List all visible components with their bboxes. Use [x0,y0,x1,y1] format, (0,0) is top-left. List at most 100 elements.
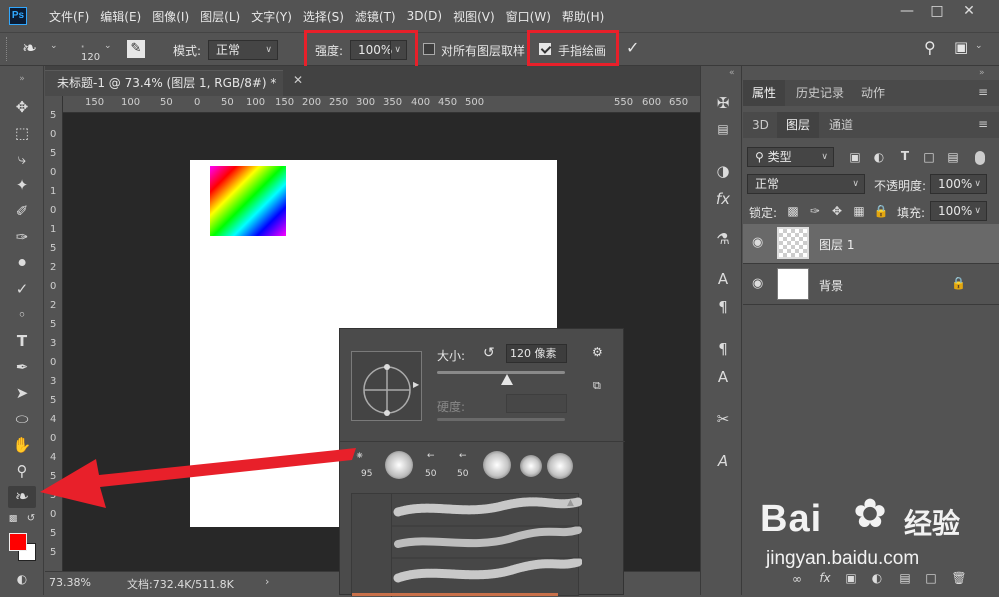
fill-field[interactable]: 100% ∨ [930,201,987,221]
reset-size-icon[interactable]: ↺ [483,345,495,361]
collapse-strip-icon[interactable]: « [729,68,735,78]
magic-wand-tool-icon[interactable]: ✦ [8,174,36,196]
histogram-icon[interactable]: ▤ [711,118,735,140]
scroll-up-icon[interactable]: ▲ [567,498,574,508]
stamp-tool-icon[interactable]: ⚫ [8,252,36,274]
sample-all-layers-checkbox[interactable] [423,43,435,55]
brush-settings-icon[interactable]: ✎ [127,40,145,58]
layer-row-layer1[interactable]: ◉ 图层 1 [743,224,999,264]
minimize-icon[interactable]: — [896,2,918,20]
layer-name[interactable]: 背景 [819,277,843,294]
zoom-tool-icon[interactable]: ⚲ [8,460,36,482]
brush-preset[interactable] [515,447,547,485]
brush-preset[interactable]: ⁕ 95 [351,447,383,485]
default-colors-icon[interactable]: ▩ [6,513,20,525]
paragraph-styles-icon[interactable]: ¶ [711,338,735,360]
collapse-toolbar-icon[interactable]: » [8,68,36,90]
brush-tool-icon[interactable]: ✑ [8,226,36,248]
filter-smart-object-icon[interactable]: ▤ [945,150,961,164]
close-icon[interactable]: ✕ [958,2,980,20]
menu-type[interactable]: 文字(Y) [251,8,292,25]
menu-filter[interactable]: 滤镜(T) [355,8,396,25]
tab-3d[interactable]: 3D [743,112,778,138]
tab-actions[interactable]: 动作 [852,80,894,106]
smudge-tool-icon[interactable]: ❧ [8,486,36,508]
size-input[interactable]: 120 像素 [506,344,567,363]
ellipse-tool-icon[interactable]: ⬭ [8,408,36,430]
color-icon[interactable]: ◑ [711,160,735,182]
brush-picker-chevron-icon[interactable]: ⌄ [104,41,112,51]
filter-shape-icon[interactable]: □ [921,150,937,164]
size-slider-track[interactable] [437,371,565,374]
tab-layers[interactable]: 图层 [777,112,820,138]
brush-angle-preview[interactable] [351,351,422,421]
lock-position-icon[interactable]: ✥ [829,204,845,218]
brush-preset[interactable] [544,447,576,485]
lock-transparent-icon[interactable]: ▩ [785,204,801,218]
character-icon[interactable]: A [711,268,735,290]
smudge-tool-icon[interactable]: ❧ [22,38,37,59]
brush-stroke-list[interactable]: ▲ [351,493,582,597]
foreground-color-swatch[interactable] [9,533,27,551]
layer-row-background[interactable]: ◉ 背景 🔒 [743,265,999,305]
character-styles-icon[interactable]: A [711,366,735,388]
filter-adjustment-icon[interactable]: ◐ [871,150,887,164]
pressure-icon[interactable]: ✓ [626,38,639,57]
clone-source-icon[interactable]: ⚗ [711,228,735,250]
menu-edit[interactable]: 编辑(E) [100,8,141,25]
lock-artboard-icon[interactable]: ▦ [851,204,867,218]
menu-window[interactable]: 窗口(W) [506,8,551,25]
gear-icon[interactable]: ⚙ [592,345,603,359]
brush-preset[interactable] [383,447,415,485]
eyedropper-tool-icon[interactable]: ✐ [8,200,36,222]
panel-menu-icon[interactable]: ≡ [978,117,988,131]
tab-properties[interactable]: 属性 [743,80,786,106]
tab-channels[interactable]: 通道 [820,112,862,138]
maximize-icon[interactable]: □ [926,2,948,20]
hand-tool-icon[interactable]: ✋ [8,434,36,456]
mode-dropdown[interactable]: 正常 ∨ [208,40,278,60]
size-slider-handle[interactable] [501,374,513,385]
menu-select[interactable]: 选择(S) [303,8,344,25]
menu-layer[interactable]: 图层(L) [200,8,240,25]
brush-preset[interactable]: ← 50 [449,447,481,485]
close-tab-icon[interactable]: ✕ [293,73,303,87]
lock-all-icon[interactable]: 🔒 [873,204,889,218]
hardness-slider-track[interactable] [437,418,565,421]
navigator-icon[interactable]: ✠ [711,92,735,114]
glyphs-icon[interactable]: A [711,450,735,472]
menu-image[interactable]: 图像(I) [152,8,189,25]
pen-tool-icon[interactable]: ✒ [8,356,36,378]
collapse-panels-icon[interactable]: » [979,68,985,78]
blend-mode-dropdown[interactable]: 正常 ∨ [747,174,865,194]
brush-preset[interactable]: ← 50 [417,447,449,485]
tool-preset-chevron-icon[interactable]: ⌄ [50,41,58,51]
quick-mask-icon[interactable]: ◐ [8,568,36,590]
layer-filter-dropdown[interactable]: ⚲ 类型 ∨ [747,147,834,167]
tab-history[interactable]: 历史记录 [787,80,853,106]
panel-menu-icon[interactable]: ≡ [978,85,988,99]
paragraph-icon[interactable]: ¶ [711,296,735,318]
filter-toggle-icon[interactable] [975,151,985,165]
menu-file[interactable]: 文件(F) [49,8,89,25]
search-icon[interactable]: ⚲ [924,38,936,57]
lasso-tool-icon[interactable]: ⤷ [8,148,36,170]
brush-size-value[interactable]: 120 [81,52,100,63]
zoom-level[interactable]: 73.38% [49,576,91,589]
path-selection-tool-icon[interactable]: ➤ [8,382,36,404]
lock-pixels-icon[interactable]: ✑ [807,204,823,218]
history-brush-tool-icon[interactable]: ✓ [8,278,36,300]
filter-pixel-icon[interactable]: ▣ [847,150,863,164]
hardness-input[interactable] [506,394,567,413]
eye-icon[interactable]: ◉ [752,236,766,250]
type-tool-icon[interactable]: T [8,330,36,352]
layer-name[interactable]: 图层 1 [819,236,854,253]
options-grip[interactable] [6,37,10,61]
brush-preset[interactable] [481,447,513,485]
filter-type-icon[interactable]: T [897,149,913,163]
eraser-tool-icon[interactable]: ◦ [8,304,36,326]
menu-3d[interactable]: 3D(D) [407,9,442,23]
swap-colors-icon[interactable]: ↺ [24,513,38,525]
menu-view[interactable]: 视图(V) [453,8,495,25]
workspace-chevron-icon[interactable]: ⌄ [975,41,983,51]
